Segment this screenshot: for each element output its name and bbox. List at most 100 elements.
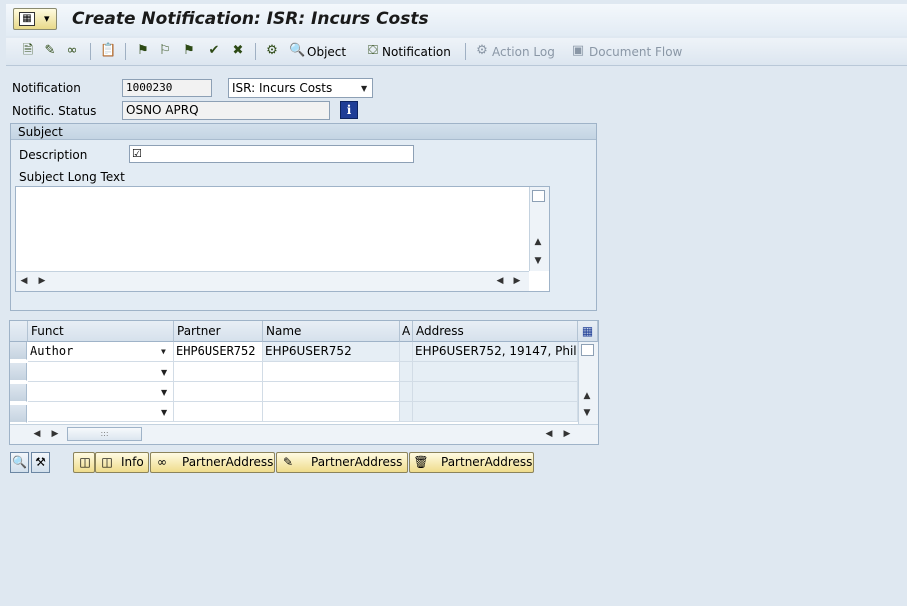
column-header-partner[interactable]: Partner [174,321,263,342]
table-cell-address [413,402,578,422]
info-button[interactable]: ◫ Info [95,452,149,473]
toolbar-separator [465,43,466,60]
table-cell-funct[interactable]: ▼ [28,402,174,422]
table-cell-a [400,402,413,422]
scrollbar-corner-button[interactable] [581,344,594,356]
info-detail-icon: ◫ [101,455,113,469]
scroll-up-icon[interactable]: ▲ [532,236,544,248]
chevron-down-icon: ▼ [161,388,168,397]
scroll-right-icon[interactable]: ▶ [511,275,523,287]
table-cell-partner[interactable] [174,402,263,422]
scroll-right-icon[interactable]: ▶ [561,428,573,440]
table-cell-name [263,382,400,402]
row-selector[interactable] [10,405,27,423]
scroll-left-icon[interactable]: ◀ [18,275,30,287]
select-partner-button[interactable]: 🔍 [10,452,29,473]
scrollbar-thumb[interactable]: ::: [67,427,142,441]
chevron-down-icon: ▼ [161,347,166,356]
flag-outline-icon[interactable]: ⚐ [157,43,173,59]
pencil-icon[interactable]: ✎ [42,43,58,59]
partner-tools-button[interactable]: ⚒ [31,452,50,473]
action-log-icon[interactable]: ⚙ [474,43,490,59]
table-cell-address [413,382,578,402]
change-partner-address-label: PartnerAddress [311,455,403,469]
display-partner-address-label: PartnerAddress [182,455,274,469]
scroll-right-icon[interactable]: ▶ [36,275,48,287]
table-cell-funct[interactable]: Author ▼ [28,342,174,362]
delete-partner-address-button[interactable]: 🗑 PartnerAddress [409,452,534,473]
chevron-down-icon: ▼ [361,84,368,93]
long-text-horizontal-scrollbar[interactable] [16,271,529,291]
chevron-down-icon: ▼ [161,408,168,417]
toolbar-document-flow[interactable]: Document Flow [589,45,682,59]
notification-status-label: Notific. Status [12,104,97,118]
complete-icon[interactable]: ✔ [206,43,222,59]
delete-partner-address-label: PartnerAddress [441,455,533,469]
scroll-down-icon[interactable]: ▼ [532,255,544,267]
toolbar-action-log[interactable]: Action Log [492,45,555,59]
column-header-a[interactable]: A [400,321,413,342]
toolbar-notification[interactable]: Notification [382,45,451,59]
table-cell-a [400,382,413,402]
column-settings-icon: ▦ [581,324,594,338]
glasses-icon[interactable]: ∞ [64,43,80,59]
scroll-left-icon[interactable]: ◀ [494,275,506,287]
row-selector[interactable] [10,384,27,402]
change-partner-address-button[interactable]: ✎ PartnerAddress [276,452,408,473]
pencil-icon: ✎ [282,455,294,469]
flag-icon[interactable]: ⚑ [135,43,151,59]
table-cell-a [400,342,413,362]
table-cell-partner[interactable] [174,362,263,382]
description-input[interactable]: ☑ [129,145,414,163]
row-selector[interactable] [10,342,27,360]
notification-type-dropdown[interactable]: ISR: Incurs Costs ▼ [228,78,373,98]
document-flow-icon[interactable]: ▣ [570,43,586,59]
object-search-icon[interactable]: 🔍 [289,43,305,59]
scroll-up-icon[interactable]: ▲ [581,390,593,402]
flag-checkered-icon[interactable]: ⚑ [181,43,197,59]
toolbar-separator [125,43,126,60]
notification-status-field[interactable]: OSNO APRQ [122,101,330,120]
scroll-left-icon[interactable]: ◀ [31,428,43,440]
table-cell-funct[interactable]: ▼ [28,382,174,402]
settings-icon[interactable]: ⚙ [264,43,280,59]
notification-type-value: ISR: Incurs Costs [232,81,333,95]
clipboard-icon[interactable]: 📋 [100,43,116,59]
status-info-button[interactable]: i [340,101,358,119]
table-cell-a [400,362,413,382]
toolbar-separator [90,43,91,60]
new-document-icon[interactable]: 🗎 [20,43,36,59]
display-partner-address-button[interactable]: ∞ PartnerAddress [150,452,275,473]
table-cell-funct[interactable]: ▼ [28,362,174,382]
toolbar-object[interactable]: Object [307,45,346,59]
detail-icon: ◫ [79,455,91,469]
chevron-down-icon: ▼ [161,368,168,377]
scrollbar-corner-button[interactable] [532,190,545,202]
chevron-down-icon: ▾ [44,12,50,25]
row-selector[interactable] [10,363,27,381]
column-header-funct[interactable]: Funct [28,321,174,342]
partner-detail-button[interactable]: ◫ [73,452,95,473]
notification-number-field[interactable]: 1000230 [122,79,212,97]
table-cell-address: EHP6USER752, 19147, Philade [413,342,578,362]
table-cell-address [413,362,578,382]
table-cell-partner[interactable]: EHP6USER752 [174,342,263,362]
tools-icon: ⚒ [35,455,46,469]
scroll-left-icon[interactable]: ◀ [543,428,555,440]
column-header-address[interactable]: Address [413,321,578,342]
info-button-label: Info [121,455,144,469]
hierarchy-icon[interactable]: ⛋ [365,43,381,59]
system-menu-button[interactable]: ▦ ▾ [13,8,57,30]
trash-icon: 🗑 [413,455,429,469]
checkbox-icon: ☑ [132,147,142,160]
column-header-name[interactable]: Name [263,321,400,342]
delete-flag-icon[interactable]: ✖ [230,43,246,59]
table-settings-button[interactable]: ▦ [578,321,598,342]
toolbar-separator [255,43,256,60]
table-cell-partner[interactable] [174,382,263,402]
window-menu-icon: ▦ [19,12,35,26]
subject-long-text-label: Subject Long Text [19,170,125,184]
table-select-all-header[interactable] [10,321,28,342]
scroll-right-icon[interactable]: ▶ [49,428,61,440]
scroll-down-icon[interactable]: ▼ [581,407,593,419]
